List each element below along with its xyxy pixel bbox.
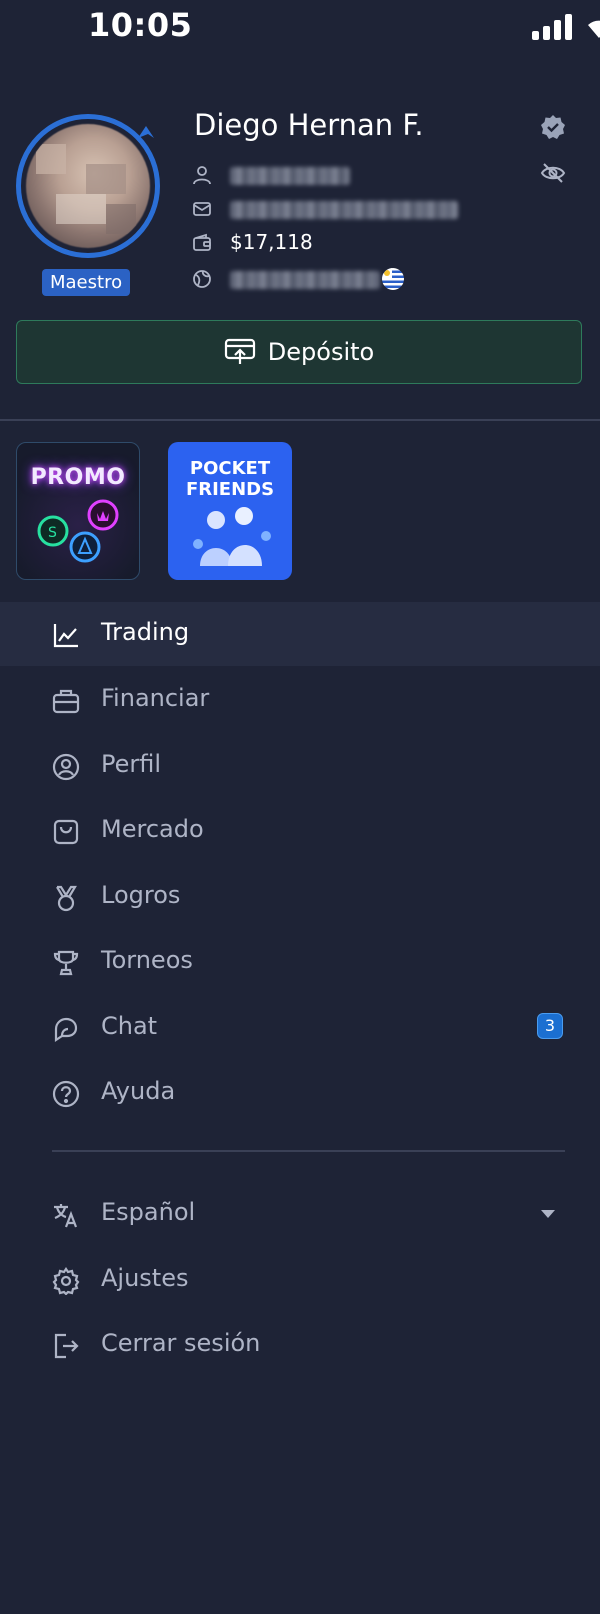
- friends-people-icon: [193, 507, 271, 566]
- deposit-icon: [224, 338, 255, 364]
- menu-label-language: Español: [101, 1198, 196, 1226]
- menu-item-ayuda[interactable]: Ayuda: [0, 1061, 600, 1125]
- menu-divider: [52, 1150, 565, 1152]
- menu-item-torneos[interactable]: Torneos: [0, 930, 600, 994]
- menu-label-chat: Chat: [101, 1012, 158, 1040]
- chat-unread-badge: 3: [537, 1013, 563, 1039]
- menu-item-ajustes[interactable]: Ajustes: [0, 1248, 600, 1312]
- menu-label-torneos: Torneos: [101, 946, 193, 974]
- menu-item-financiar[interactable]: Financiar: [0, 668, 600, 732]
- section-divider: [0, 419, 600, 421]
- user-email-hidden: [230, 201, 458, 219]
- status-time: 10:05: [88, 6, 193, 44]
- menu-item-trading[interactable]: Trading: [0, 602, 600, 666]
- globe-icon: [192, 269, 212, 289]
- menu-label-mercado: Mercado: [101, 815, 204, 843]
- menu-label-ayuda: Ayuda: [101, 1077, 176, 1105]
- wifi-icon: [584, 14, 600, 40]
- menu-label-ajustes: Ajustes: [101, 1264, 189, 1292]
- user-id-hidden: [230, 167, 350, 185]
- menu-item-chat[interactable]: Chat 3: [0, 996, 600, 1060]
- help-circle-icon: [52, 1080, 80, 1108]
- briefcase-icon: [52, 687, 80, 715]
- promo-banner[interactable]: PROMO S: [16, 442, 140, 580]
- chat-icon: [52, 1015, 80, 1043]
- menu-item-mercado[interactable]: Mercado: [0, 799, 600, 863]
- menu-item-logros[interactable]: Logros: [0, 865, 600, 929]
- menu-item-logout[interactable]: Cerrar sesión: [0, 1313, 600, 1377]
- eye-off-icon[interactable]: [540, 160, 566, 186]
- menu-label-logout: Cerrar sesión: [101, 1329, 261, 1357]
- signal-icon: [532, 14, 574, 40]
- deposit-button[interactable]: Depósito: [16, 320, 582, 384]
- user-id-row: [192, 160, 592, 190]
- menu-label-logros: Logros: [101, 881, 181, 909]
- menu-label-financiar: Financiar: [101, 684, 210, 712]
- user-circle-icon: [52, 753, 80, 781]
- promo-coins-icon: S: [37, 499, 119, 563]
- chevron-down-icon: [541, 1210, 555, 1218]
- pocket-friends-banner[interactable]: POCKET FRIENDS: [168, 442, 292, 580]
- level-arrow-icon: [134, 120, 158, 144]
- gear-icon: [52, 1267, 80, 1295]
- mail-icon: [192, 199, 212, 219]
- level-badge: Maestro: [42, 269, 131, 296]
- chart-line-icon: [52, 621, 80, 649]
- user-icon: [192, 165, 212, 185]
- translate-icon: [52, 1201, 80, 1229]
- user-email-row: [192, 194, 592, 224]
- country-hidden: [230, 271, 380, 289]
- menu-label-perfil: Perfil: [101, 750, 162, 778]
- deposit-label: Depósito: [267, 338, 375, 366]
- wallet-icon: [192, 233, 212, 253]
- user-name: Diego Hernan F.: [194, 108, 424, 142]
- menu-item-language[interactable]: Español: [0, 1182, 600, 1246]
- status-bar: 10:05: [0, 0, 600, 60]
- avatar[interactable]: [16, 114, 160, 258]
- logout-icon: [52, 1332, 80, 1360]
- verified-icon[interactable]: [540, 114, 566, 140]
- svg-text:S: S: [48, 525, 57, 541]
- trophy-icon: [52, 949, 80, 977]
- menu-label-trading: Trading: [101, 618, 190, 646]
- menu-item-perfil[interactable]: Perfil: [0, 734, 600, 798]
- shopping-bag-icon: [52, 818, 80, 846]
- balance-value: $17,118: [230, 230, 313, 254]
- uruguay-flag-icon: [382, 268, 404, 290]
- balance-row: $17,118: [192, 228, 592, 258]
- medal-icon: [52, 884, 80, 912]
